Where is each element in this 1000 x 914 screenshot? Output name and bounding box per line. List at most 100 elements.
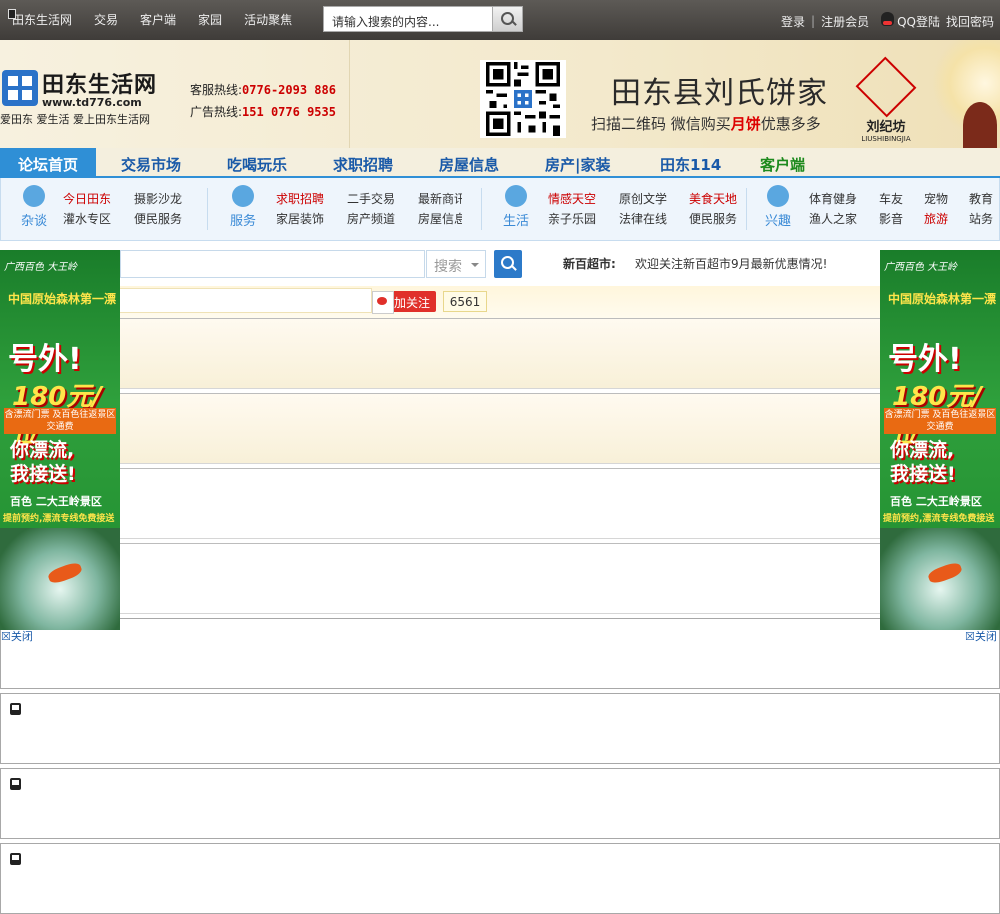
sublink[interactable]: 车友: [879, 190, 903, 207]
find-password-link[interactable]: 找回密码: [946, 13, 994, 30]
ad-slogan-line: 你漂流,: [10, 439, 75, 461]
category-life[interactable]: 生活: [496, 185, 536, 229]
ad-headline: 号外!: [888, 342, 962, 377]
content-band: [120, 318, 880, 389]
sublink[interactable]: 渔人之家: [809, 210, 857, 227]
sublink[interactable]: 亲子乐园: [548, 210, 596, 227]
sublink[interactable]: 法律在线: [619, 210, 667, 227]
ad-hotline-number: 151 0776 9535: [242, 105, 336, 119]
search-icon[interactable]: [494, 250, 522, 278]
top-nav: 田东生活网 交易 客户端 家园 活动聚焦: [8, 9, 314, 28]
sublink[interactable]: 求职招聘: [276, 190, 324, 207]
sublink[interactable]: 今日田东: [63, 190, 111, 207]
category-service-label: 服务: [229, 214, 256, 229]
ad-subtitle: 扫描二维码 微信购买月饼优惠多多: [591, 113, 821, 134]
close-right-ad-button[interactable]: ☒关闭: [965, 628, 997, 644]
top-nav-client[interactable]: 客户端: [140, 11, 176, 28]
sublink[interactable]: 房产频道: [347, 210, 395, 227]
sublink[interactable]: 情感天空: [548, 190, 596, 207]
ad-tagline: 中国原始森林第一漂: [888, 292, 997, 306]
ad-headline: 号外!: [8, 342, 82, 377]
sublink[interactable]: 二手交易: [347, 190, 395, 207]
follow-input[interactable]: [120, 288, 372, 313]
ad-hotline: 广告热线:151 0776 9535: [190, 103, 336, 120]
site-logo[interactable]: 田东生活网 www.td776.com 爱田东 爱生活 爱上田东生活网: [0, 67, 165, 127]
search-type-select[interactable]: 搜索: [426, 250, 486, 278]
close-label: 关闭: [974, 630, 997, 643]
nav-forum-home[interactable]: 论坛首页: [0, 148, 96, 178]
main-nav: 论坛首页 交易市场 吃喝玩乐 求职招聘 房屋信息 房产|家装 田东114 客户端: [0, 148, 1000, 178]
box-icon: [10, 853, 21, 865]
sublink[interactable]: 教育: [969, 190, 993, 207]
sublink[interactable]: 原创文学: [619, 190, 667, 207]
top-nav-home-garden[interactable]: 家园: [198, 11, 222, 28]
ad-slogan: 你漂流, 我接送!: [890, 438, 956, 486]
header-divider: [349, 40, 350, 148]
sublink[interactable]: 灌水专区: [63, 210, 111, 227]
market-announcement[interactable]: 欢迎关注新百超市9月最新优惠情况!: [635, 255, 827, 272]
ad-slogan: 你漂流, 我接送!: [10, 438, 76, 486]
sublink[interactable]: 旅游: [924, 210, 948, 227]
logo-slogan: 爱田东 爱生活 爱上田东生活网: [0, 113, 150, 126]
category-separator: [481, 188, 482, 230]
ad-slogan-line: 我接送!: [890, 463, 956, 485]
search-icon[interactable]: [492, 7, 522, 31]
content-box: [0, 768, 1000, 839]
content-box: [0, 693, 1000, 764]
qq-login-link[interactable]: QQ登陆: [897, 15, 940, 29]
ad-sub-pre: 扫描二维码 微信购买: [591, 115, 731, 133]
sublink[interactable]: 影音: [879, 210, 903, 227]
account-links: 登录 | 注册会员 QQ登陆 找回密码: [781, 12, 994, 30]
qq-icon: [881, 12, 895, 26]
sublink[interactable]: 便民服务: [689, 210, 737, 227]
top-search-placeholder: 请输入搜索的内容...: [332, 15, 440, 29]
sublink[interactable]: 美食天地: [689, 190, 737, 207]
sublink[interactable]: 房屋信息: [418, 210, 462, 227]
forum-search-row: 搜索 新百超市: 欢迎关注新百超市9月最新优惠情况!: [120, 250, 880, 286]
nav-client[interactable]: 客户端: [760, 154, 805, 175]
register-link[interactable]: 注册会员: [821, 13, 869, 30]
category-service[interactable]: 服务: [223, 185, 263, 229]
weibo-follow-label: 加关注: [394, 296, 431, 310]
service-hotline-label: 客服热线:: [190, 83, 243, 97]
logo-url: www.td776.com: [42, 96, 142, 109]
market-label: 新百超市:: [563, 257, 616, 271]
category-chat[interactable]: 杂谈: [14, 185, 54, 229]
top-nav-events[interactable]: 活动聚焦: [244, 11, 292, 28]
sublink[interactable]: 体育健身: [809, 190, 857, 207]
sublink[interactable]: 站务: [969, 210, 993, 227]
nav-housing[interactable]: 房屋信息: [439, 154, 499, 175]
service-hotline: 客服热线:0776-2093 886: [190, 81, 336, 98]
category-interest[interactable]: 兴趣: [758, 185, 798, 229]
nav-jobs[interactable]: 求职招聘: [333, 154, 393, 175]
left-side-ad[interactable]: 广西百色 大王岭 中国原始森林第一漂 号外! 180元/位 含漂流门票 及百色往…: [0, 250, 120, 630]
right-side-ad[interactable]: 广西百色 大王岭 中国原始森林第一漂 号外! 180元/位 含漂流门票 及百色往…: [880, 250, 1000, 630]
ad-location: 广西百色 大王岭: [884, 262, 958, 273]
sublink[interactable]: 最新商讯: [418, 190, 462, 207]
house-icon: [23, 185, 45, 207]
brand-name: 刘纪坊: [866, 120, 906, 135]
nav-trade-market[interactable]: 交易市场: [121, 154, 181, 175]
forum-search-input[interactable]: [120, 250, 425, 278]
top-nav-trade[interactable]: 交易: [94, 11, 118, 28]
sublink[interactable]: 摄影沙龙: [134, 190, 182, 207]
ad-band: 含漂流门票 及百色往返景区交通费: [884, 408, 996, 434]
service-hotline-number: 0776-2093 886: [242, 83, 336, 97]
content-box: [0, 843, 1000, 914]
ad-scenic: 百色 二大王岭景区: [10, 495, 102, 508]
ad-band: 含漂流门票 及百色往返景区交通费: [4, 408, 116, 434]
login-link[interactable]: 登录: [781, 13, 805, 30]
sublink[interactable]: 便民服务: [134, 210, 182, 227]
ad-title[interactable]: 田东县刘氏饼家: [611, 68, 828, 112]
nav-tiandong114[interactable]: 田东114: [660, 154, 721, 175]
weibo-follow-button[interactable]: 加关注: [372, 291, 436, 314]
close-left-ad-button[interactable]: ☒关闭: [1, 628, 33, 644]
close-label: 关闭: [10, 630, 33, 643]
sublink[interactable]: 家居装饰: [276, 210, 324, 227]
nav-food-fun[interactable]: 吃喝玩乐: [227, 154, 287, 175]
top-nav-home[interactable]: 田东生活网: [8, 9, 72, 28]
sublink[interactable]: 宠物: [924, 190, 948, 207]
nav-realestate[interactable]: 房产|家装: [545, 154, 610, 175]
brand-logo: 刘纪坊 LIUSHIBINGJIA: [855, 56, 917, 143]
top-search-input[interactable]: 请输入搜索的内容...: [323, 6, 523, 32]
